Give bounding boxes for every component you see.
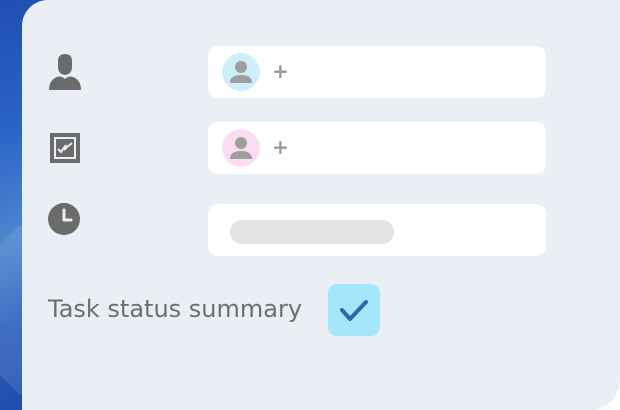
task-check-icon: [48, 131, 82, 165]
add-assignee-button[interactable]: +: [272, 59, 289, 83]
screen: + + Task status summary: [0, 0, 620, 410]
task-status-summary-label: Task status summary: [48, 295, 303, 323]
task-status-summary-checkbox[interactable]: [328, 284, 380, 336]
time-placeholder: [230, 220, 394, 244]
due-time-field[interactable]: [208, 204, 546, 256]
assignee-avatar[interactable]: [222, 53, 260, 91]
checkmark-icon: [340, 300, 368, 321]
task-form-panel: + + Task status summary: [22, 0, 620, 410]
person-icon: [48, 53, 82, 90]
add-reviewer-button[interactable]: +: [272, 135, 289, 159]
assignee-field[interactable]: +: [208, 46, 546, 98]
clock-icon: [48, 203, 82, 237]
reviewer-avatar[interactable]: [222, 129, 260, 167]
reviewer-field[interactable]: +: [208, 122, 546, 174]
